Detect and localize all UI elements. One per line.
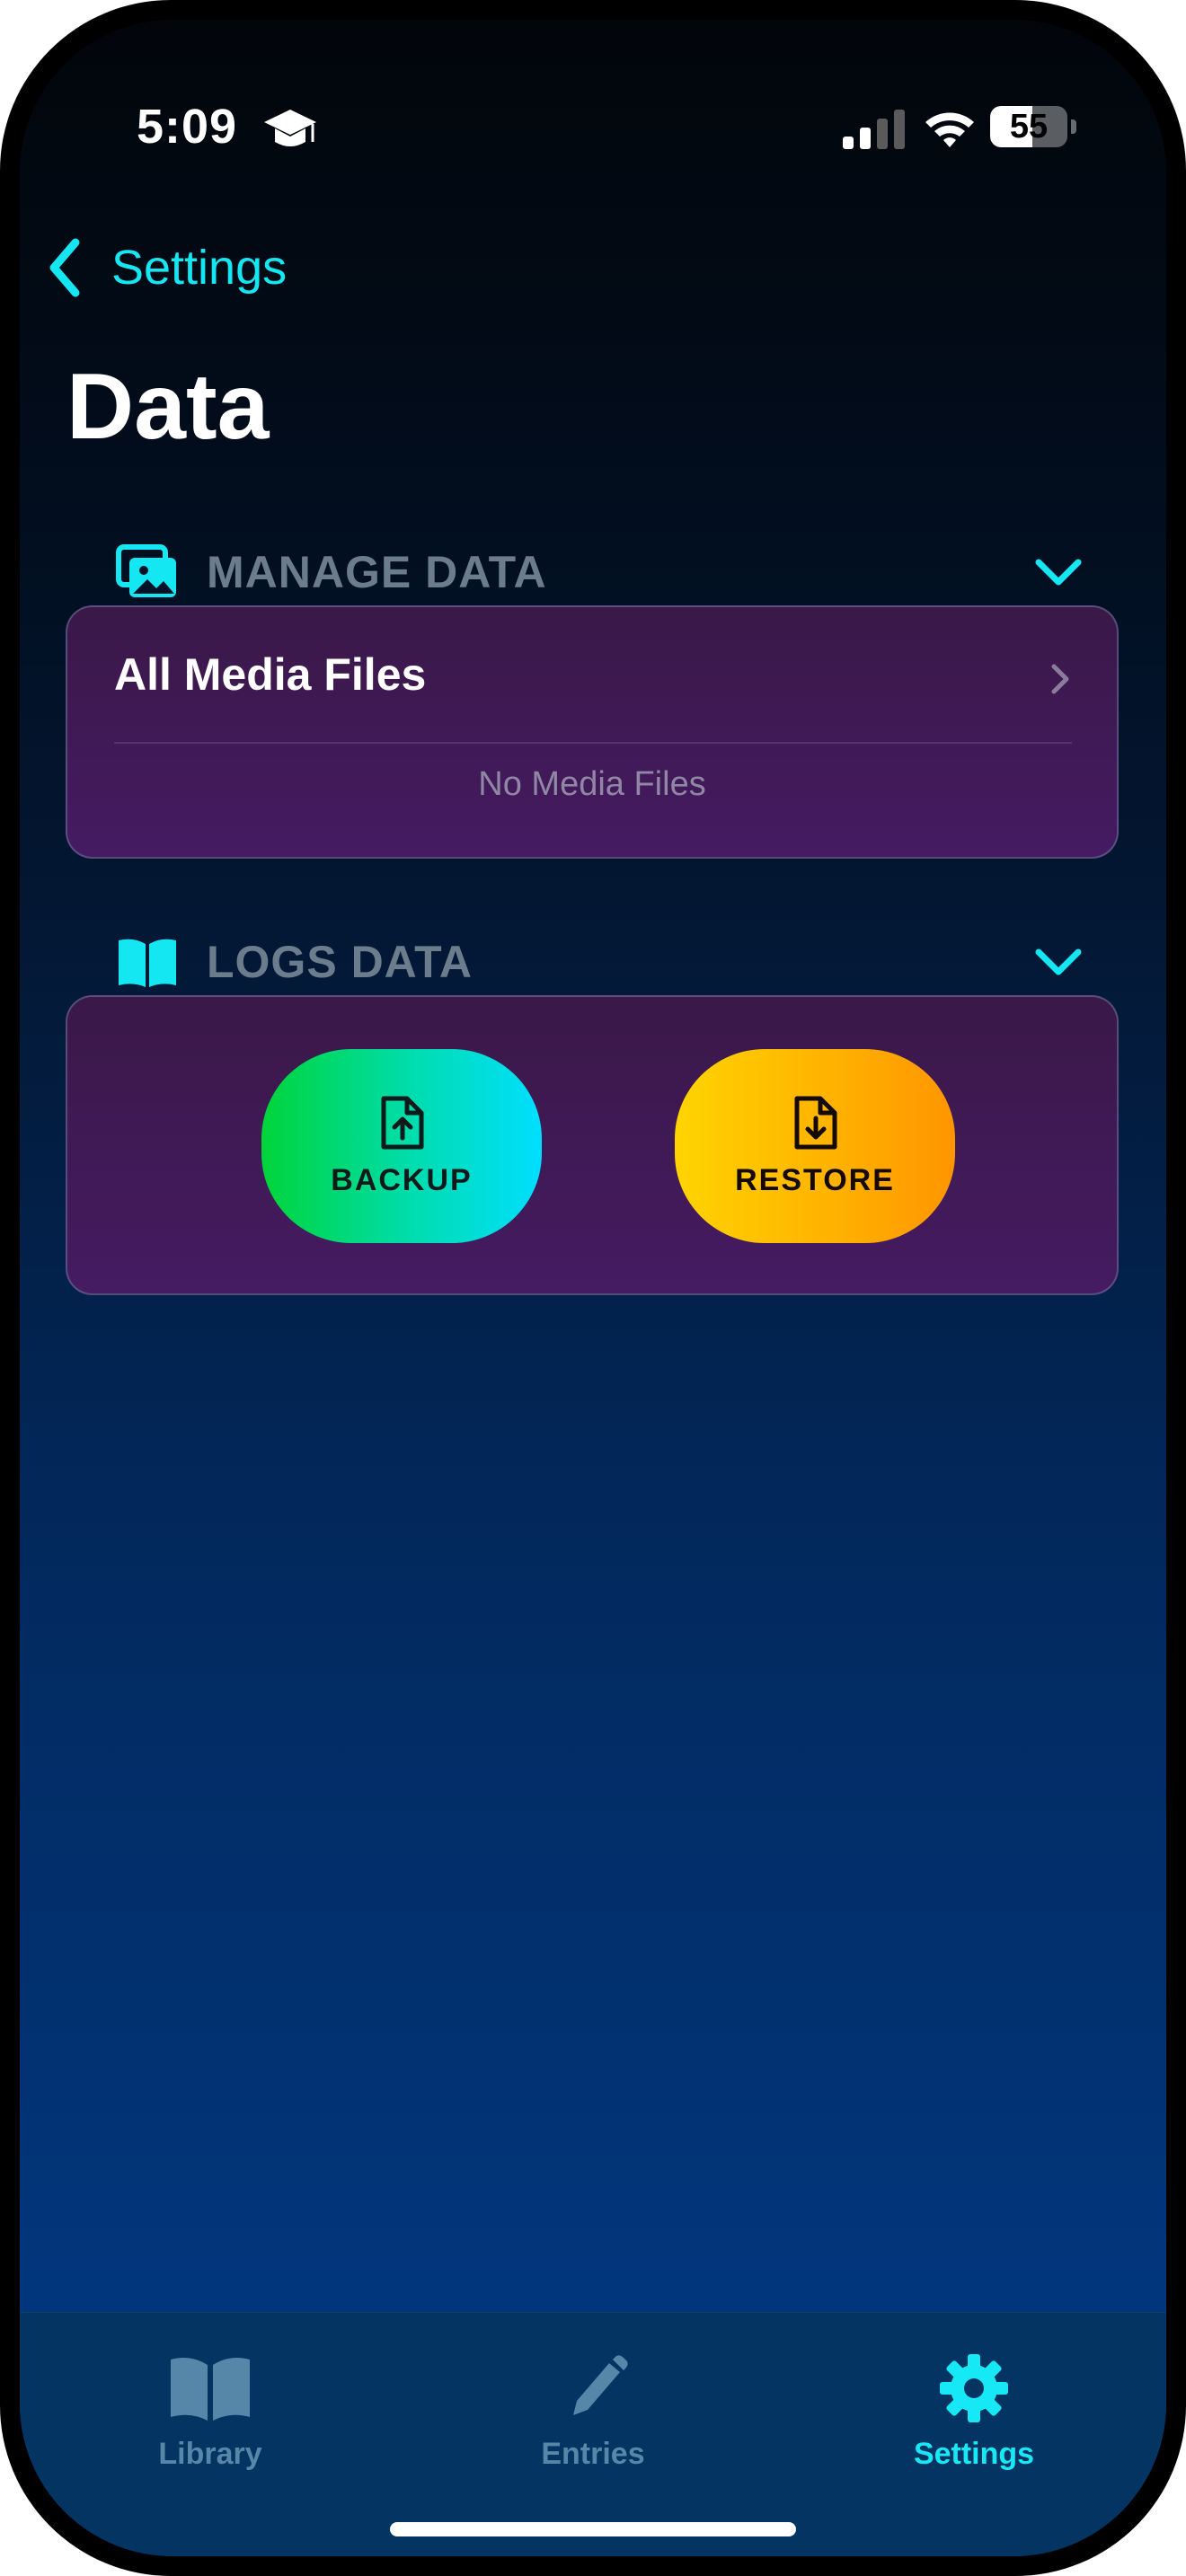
tab-entries[interactable]: Entries — [458, 2352, 728, 2496]
row-divider — [114, 742, 1072, 744]
file-upload-icon — [381, 1096, 424, 1149]
chevron-right-icon — [1051, 664, 1069, 694]
status-time: 5:09 — [137, 100, 238, 154]
section-title-manage-data: MANAGE DATA — [207, 547, 547, 597]
book-icon — [171, 2358, 250, 2421]
tab-entries-label: Entries — [541, 2437, 645, 2471]
section-title-logs-data: LOGS DATA — [207, 937, 474, 987]
phone-frame: 5:09 55 Settings Data MANAGE DATA All Me… — [0, 0, 1186, 2576]
chevron-down-icon — [1035, 559, 1082, 586]
wifi-icon — [925, 112, 974, 147]
tab-bar: Library Entries Settings — [20, 2312, 1166, 2556]
cellular-signal-icon — [843, 110, 905, 149]
photo-library-icon — [116, 544, 176, 597]
all-media-files-label: All Media Files — [114, 649, 427, 700]
tab-library[interactable]: Library — [75, 2352, 345, 2496]
manage-data-card: All Media Files No Media Files — [66, 605, 1119, 859]
all-media-files-row[interactable]: All Media Files — [114, 607, 1075, 742]
chevron-down-icon — [1035, 948, 1082, 975]
section-header-manage-data[interactable]: MANAGE DATA — [115, 541, 1103, 604]
file-download-icon — [794, 1096, 837, 1149]
battery-percentage: 55 — [1009, 108, 1049, 146]
tab-library-label: Library — [158, 2437, 262, 2471]
no-media-files-text: No Media Files — [478, 765, 706, 803]
graduation-cap-icon — [264, 110, 316, 146]
backup-button[interactable]: BACKUP — [261, 1049, 542, 1243]
book-icon — [119, 939, 176, 987]
pencil-icon — [573, 2355, 628, 2415]
tab-settings[interactable]: Settings — [839, 2352, 1109, 2496]
app-screen: 5:09 55 Settings Data MANAGE DATA All Me… — [20, 20, 1166, 2556]
back-button-label: Settings — [111, 241, 288, 295]
restore-button-label: RESTORE — [735, 1162, 895, 1197]
gear-icon — [940, 2354, 1008, 2422]
restore-button[interactable]: RESTORE — [675, 1049, 955, 1243]
home-indicator[interactable] — [390, 2522, 796, 2536]
backup-button-label: BACKUP — [331, 1162, 473, 1197]
page-title: Data — [66, 355, 270, 459]
logs-data-card: BACKUP RESTORE — [66, 995, 1119, 1295]
section-header-logs-data[interactable]: LOGS DATA — [115, 931, 1103, 993]
back-button[interactable]: Settings — [45, 232, 287, 304]
tab-settings-label: Settings — [913, 2437, 1035, 2471]
chevron-left-icon — [49, 238, 80, 297]
battery-indicator: 55 — [990, 106, 1076, 147]
